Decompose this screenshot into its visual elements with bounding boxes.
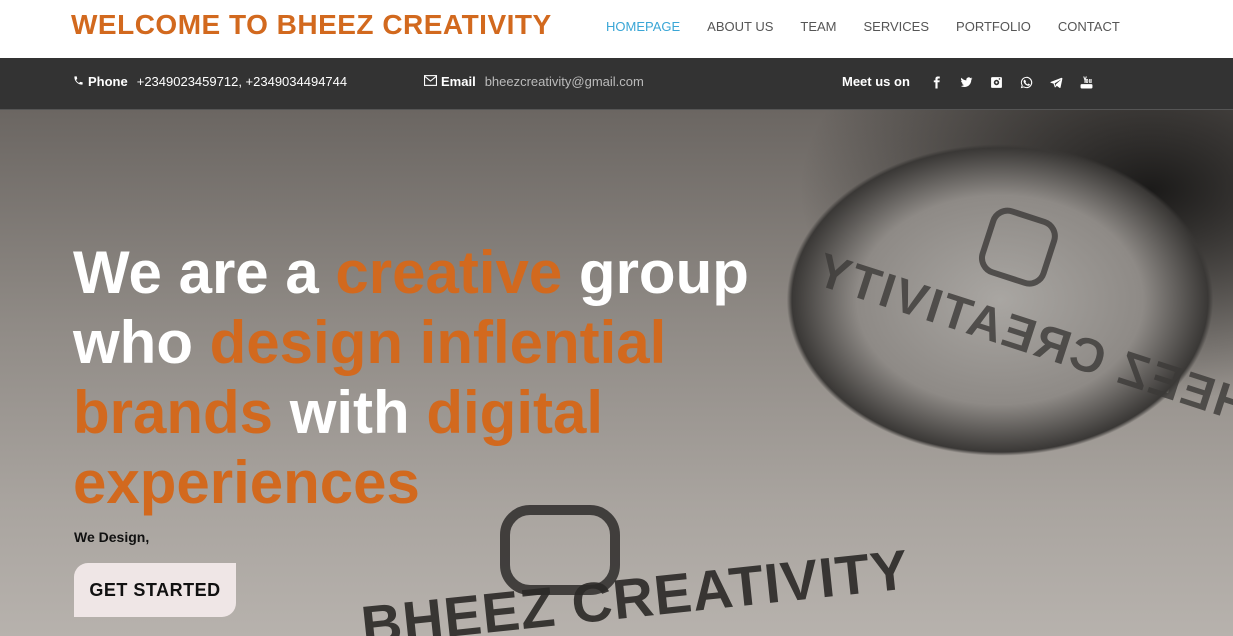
site-brand-link[interactable]: WELCOME TO BHEEZ CREATIVITY <box>71 9 552 41</box>
hero-section: BHEEZ CREATIVITY BHEEZ CREATIVITY We are… <box>0 110 1233 636</box>
embossed-seal-image: BHEEZ CREATIVITY <box>744 110 1233 531</box>
headline-part: with <box>273 379 427 446</box>
hero-headline: We are a creative group who design infle… <box>73 238 793 518</box>
nav-services[interactable]: SERVICES <box>864 19 930 34</box>
twitter-icon[interactable] <box>951 72 981 92</box>
main-nav: HOMEPAGE ABOUT US TEAM SERVICES PORTFOLI… <box>606 19 1147 34</box>
top-navbar: WELCOME TO BHEEZ CREATIVITY HOMEPAGE ABO… <box>0 0 1233 58</box>
nav-portfolio[interactable]: PORTFOLIO <box>956 19 1031 34</box>
envelope-icon <box>424 74 437 89</box>
nav-contact[interactable]: CONTACT <box>1058 19 1120 34</box>
youtube-icon[interactable] <box>1071 72 1101 92</box>
headline-part: We are a <box>73 239 336 306</box>
printed-brand-text: BHEEZ CREATIVITY <box>358 537 912 636</box>
contact-info-bar: Phone +2349023459712, +2349034494744 Ema… <box>0 58 1233 110</box>
phone-icon <box>73 74 84 89</box>
headline-highlight: creative <box>335 239 563 306</box>
social-links <box>921 72 1101 92</box>
email-info: Email bheezcreativity@gmail.com <box>424 74 644 89</box>
nav-about-us[interactable]: ABOUT US <box>707 19 773 34</box>
meet-us-label: Meet us on <box>842 74 910 89</box>
nav-team[interactable]: TEAM <box>800 19 836 34</box>
email-value[interactable]: bheezcreativity@gmail.com <box>485 74 644 89</box>
facebook-icon[interactable] <box>921 72 951 92</box>
whatsapp-icon[interactable] <box>1011 72 1041 92</box>
get-started-button[interactable]: GET STARTED <box>74 563 236 617</box>
phone-info: Phone +2349023459712, +2349034494744 <box>73 74 347 89</box>
phone-label: Phone <box>88 74 128 89</box>
phone-value[interactable]: +2349023459712, +2349034494744 <box>137 74 347 89</box>
telegram-icon[interactable] <box>1041 72 1071 92</box>
logo-mark-icon <box>974 203 1063 292</box>
hero-subtitle: We Design, <box>74 529 150 545</box>
instagram-icon[interactable] <box>981 72 1011 92</box>
nav-homepage[interactable]: HOMEPAGE <box>606 19 680 34</box>
email-label: Email <box>441 74 476 89</box>
